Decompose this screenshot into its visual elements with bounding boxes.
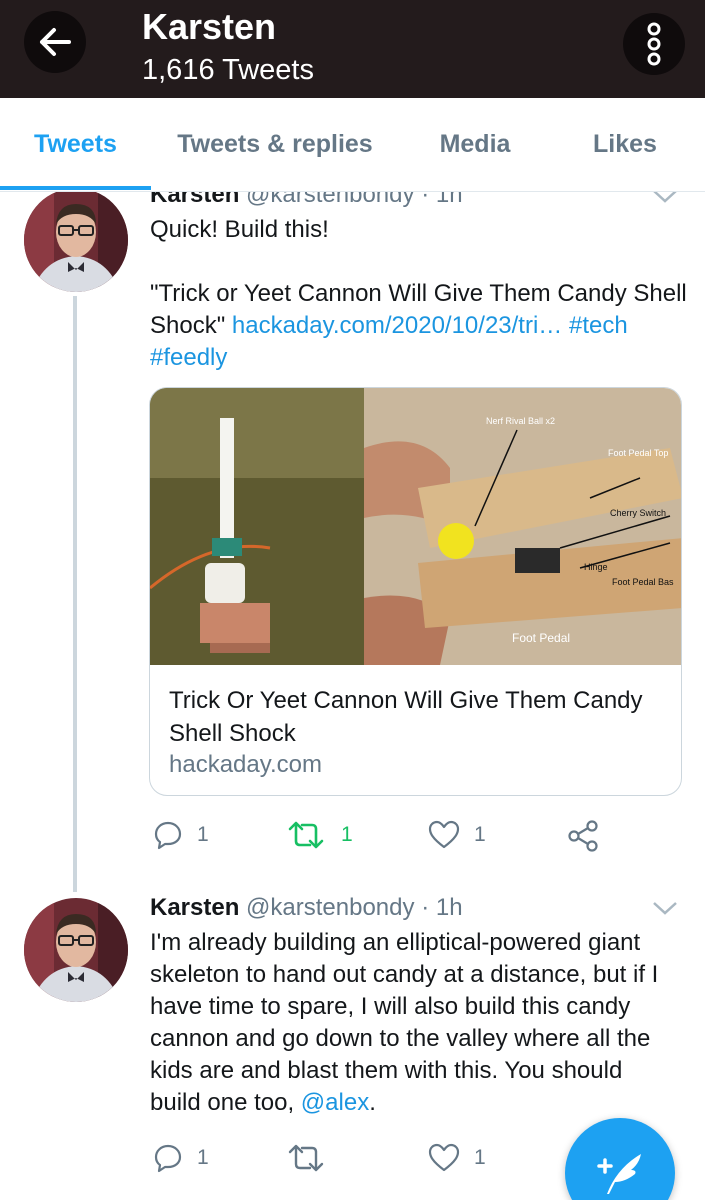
link-card[interactable]: Nerf Rival Ball x2 Foot Pedal Top Cherry…: [149, 387, 682, 796]
heart-icon: [428, 820, 460, 849]
share-icon[interactable]: [567, 820, 599, 852]
hashtag-feedly[interactable]: #feedly: [150, 344, 227, 371]
like-count: 1: [474, 823, 486, 846]
card-image: Nerf Rival Ball x2 Foot Pedal Top Cherry…: [150, 388, 681, 665]
profile-tabs-overlay: Tweets Tweets & replies Media Likes: [0, 98, 705, 192]
avatar[interactable]: [24, 898, 128, 1002]
tab-tweets[interactable]: Tweets: [0, 130, 151, 159]
like-button[interactable]: 1: [428, 1138, 486, 1178]
like-count: 1: [474, 1146, 486, 1169]
author-handle[interactable]: @karstenbondy: [246, 894, 414, 921]
back-button[interactable]: [24, 11, 86, 73]
arrow-left-icon: [40, 28, 71, 56]
tab-tweets-and-replies[interactable]: Tweets & replies: [160, 130, 390, 159]
tweet-line-1: Quick! Build this!: [150, 216, 329, 243]
author-name[interactable]: Karsten: [150, 894, 239, 921]
image-label-pedal-base: Foot Pedal Bas: [612, 577, 674, 587]
retweet-button[interactable]: 1: [287, 815, 353, 855]
tweet-text: I'm already building an elliptical-power…: [150, 929, 659, 1116]
more-vertical-icon: [647, 22, 661, 66]
tab-likes[interactable]: Likes: [560, 130, 690, 159]
reply-icon: [154, 821, 182, 850]
card-domain: hackaday.com: [169, 751, 322, 778]
tweet-line-quote: "Trick or Yeet Cannon Will Give Them Can…: [150, 280, 687, 371]
reply-icon: [154, 1144, 182, 1173]
thread-connector: [73, 296, 77, 892]
reply-count: 1: [197, 823, 209, 846]
separator-dot: ·: [421, 894, 430, 921]
tweet-count: 1,616 Tweets: [142, 54, 314, 86]
profile-header: Karsten 1,616 Tweets: [0, 0, 705, 98]
image-label-pedal-top: Foot Pedal Top: [608, 448, 668, 458]
tweet-header: Karsten @karstenbondy · 1h: [150, 894, 463, 922]
tweet-link[interactable]: hackaday.com/2020/10/23/tri…: [232, 312, 562, 339]
reply-count: 1: [197, 1146, 209, 1169]
tweet-time: 1h: [435, 894, 463, 921]
tab-media[interactable]: Media: [410, 130, 540, 159]
active-tab-indicator: [0, 186, 151, 190]
like-button[interactable]: 1: [428, 815, 486, 855]
heart-icon: [428, 1143, 460, 1172]
image-label-hinge: Hinge: [584, 562, 608, 572]
more-options-button[interactable]: [623, 13, 685, 75]
tweet-text: Quick! Build this! "Trick or Yeet Cannon…: [150, 214, 690, 374]
card-title: Trick Or Yeet Cannon Will Give Them Cand…: [169, 687, 643, 747]
profile-name: Karsten: [142, 6, 277, 47]
retweet-icon: [288, 1144, 324, 1172]
retweet-icon: [288, 821, 324, 849]
hashtag-tech[interactable]: #tech: [569, 312, 628, 339]
retweet-count: 1: [341, 823, 353, 846]
compose-tweet-button[interactable]: [565, 1118, 675, 1200]
retweet-button[interactable]: [287, 1138, 339, 1178]
chevron-down-icon[interactable]: [652, 900, 678, 916]
compose-tweet-icon: [597, 1154, 641, 1194]
reply-button[interactable]: 1: [153, 815, 209, 855]
image-label-foot-pedal: Foot Pedal: [512, 631, 570, 645]
image-label-nerf: Nerf Rival Ball x2: [486, 416, 555, 426]
avatar[interactable]: [24, 188, 128, 292]
image-label-cherry: Cherry Switch: [610, 508, 666, 518]
mention-alex[interactable]: @alex: [301, 1089, 369, 1116]
reply-button[interactable]: 1: [153, 1138, 209, 1178]
